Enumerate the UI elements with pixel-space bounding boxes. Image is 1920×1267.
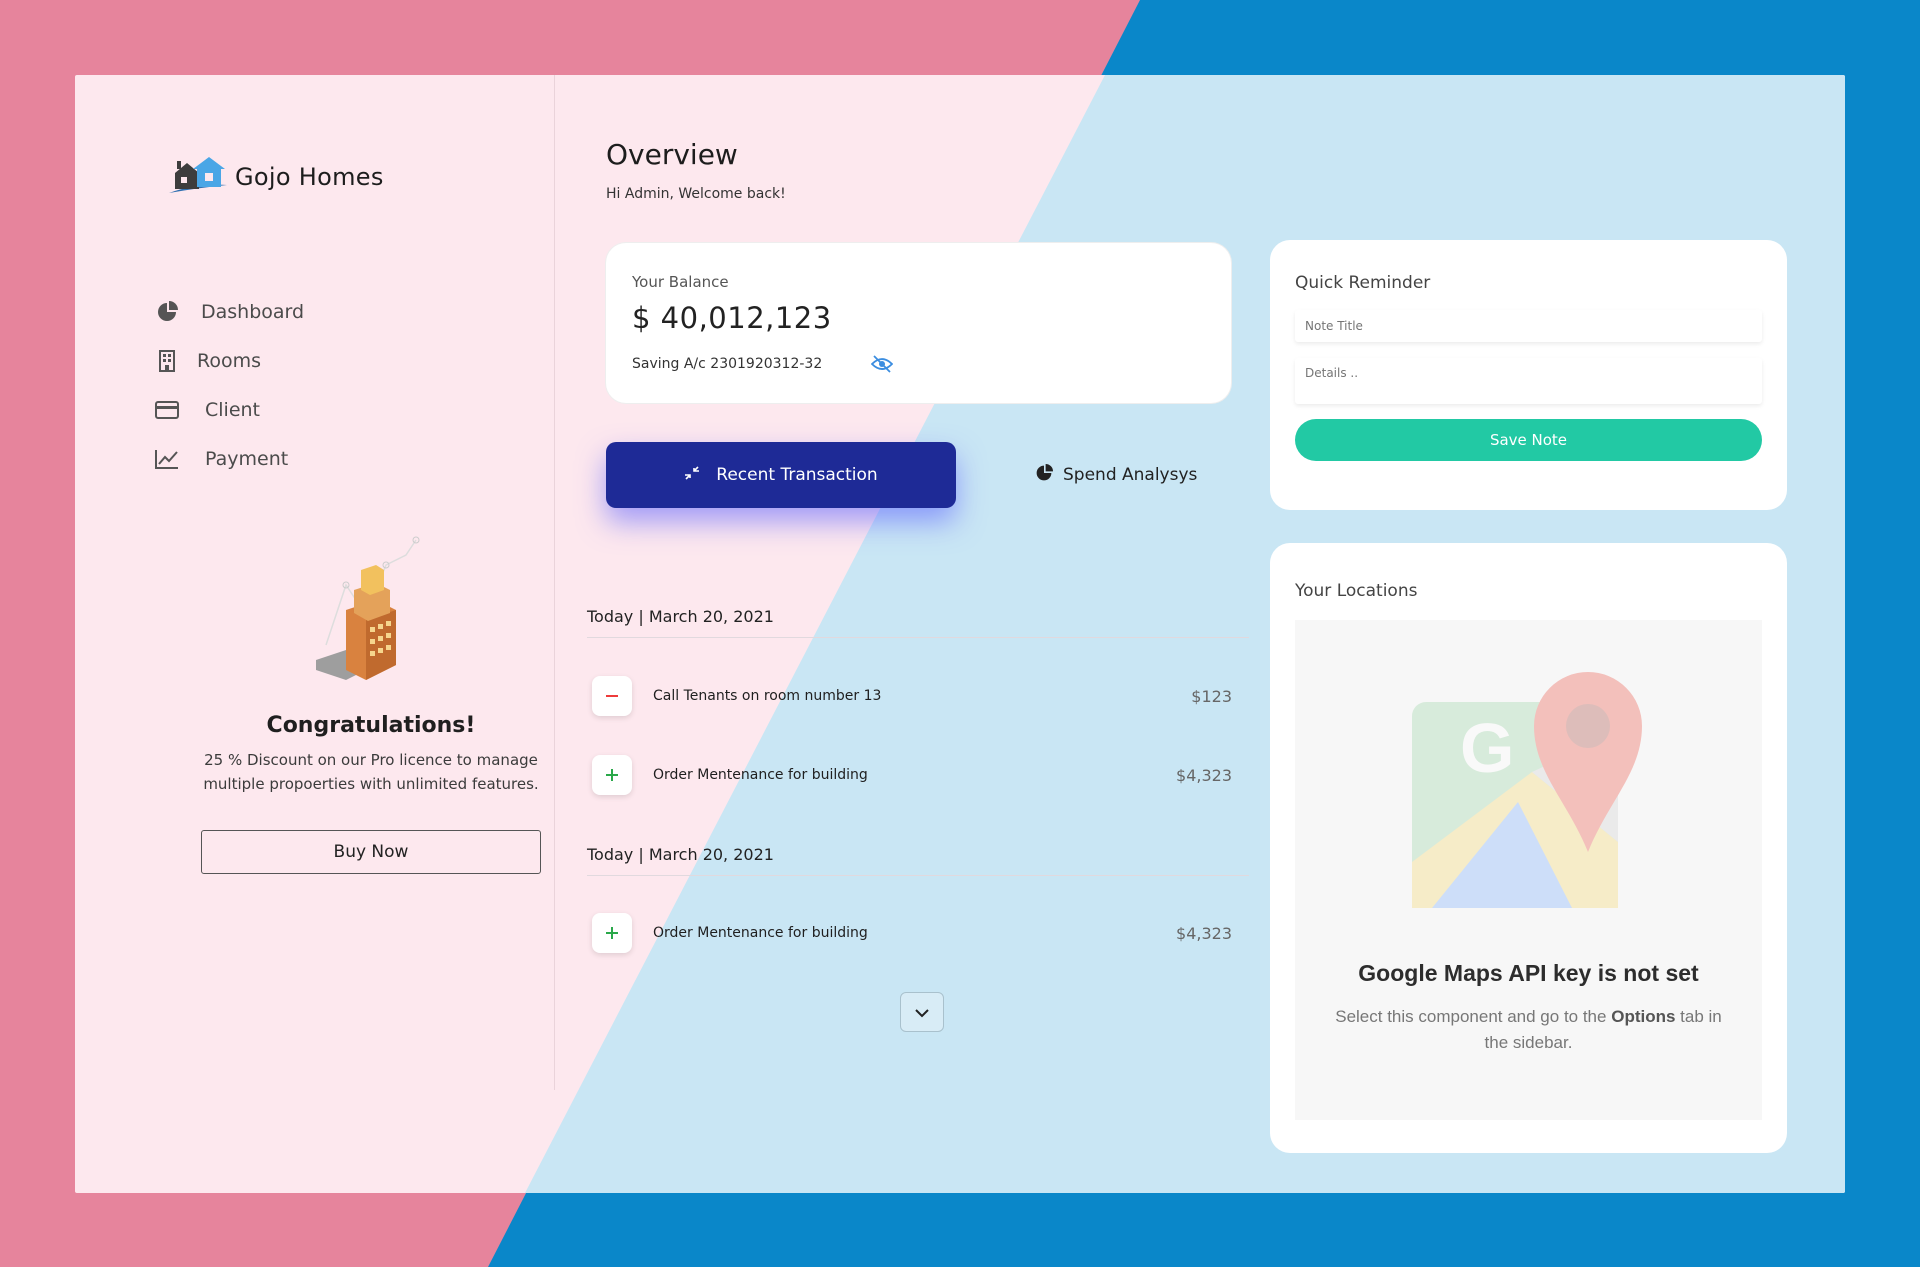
tab-recent-transaction[interactable]: Recent Transaction xyxy=(606,442,956,508)
tab-label: Spend Analysys xyxy=(1063,465,1198,485)
tab-label: Recent Transaction xyxy=(716,465,878,485)
promo-title: Congratulations! xyxy=(266,713,476,738)
google-maps-logo-icon: G xyxy=(1412,672,1648,916)
balance-card: Your Balance $ 40,012,123 Saving A/c 230… xyxy=(606,243,1231,403)
sidebar-item-label: Rooms xyxy=(197,349,262,372)
transaction-amount: $123 xyxy=(1191,686,1232,706)
map-placeholder[interactable]: G Google Maps API key is not set Select … xyxy=(1295,620,1762,1120)
sidebar-item-dashboard[interactable]: Dashboard xyxy=(155,287,304,336)
transaction-amount: $4,323 xyxy=(1176,765,1232,785)
transaction-label: Call Tenants on room number 13 xyxy=(653,688,882,704)
building-icon xyxy=(155,349,179,373)
chevron-down-icon xyxy=(915,1003,929,1022)
page-title: Overview xyxy=(606,138,738,171)
balance-value: $ 40,012,123 xyxy=(632,301,832,335)
pie-chart-icon xyxy=(1035,463,1053,487)
tab-spend-analysis[interactable]: Spend Analysys xyxy=(1035,442,1197,508)
transaction-date-heading: Today | March 20, 2021 xyxy=(587,845,774,864)
transaction-amount: $4,323 xyxy=(1176,923,1232,943)
promo-card: Congratulations! 25 % Discount on our Pr… xyxy=(175,535,567,874)
plus-icon[interactable] xyxy=(592,755,632,795)
skyscraper-illustration-icon xyxy=(175,535,567,699)
map-error-text-part: Select this component and go to the xyxy=(1335,1007,1607,1026)
quick-reminder-card: Quick Reminder Save Note xyxy=(1270,240,1787,510)
locations-card: Your Locations G Google Maps API key is … xyxy=(1270,543,1787,1153)
balance-label: Your Balance xyxy=(632,273,729,291)
save-note-button[interactable]: Save Note xyxy=(1295,419,1762,461)
credit-card-icon xyxy=(155,398,179,422)
sidebar-nav: Dashboard Rooms Client Payment xyxy=(155,287,304,483)
account-number: Saving A/c 2301920312-32 xyxy=(632,356,823,372)
pie-chart-icon xyxy=(155,300,179,324)
line-chart-icon xyxy=(155,447,179,471)
load-more-button[interactable] xyxy=(900,992,944,1032)
transaction-row: Call Tenants on room number 13 $123 xyxy=(592,676,1232,716)
svg-text:G: G xyxy=(1460,709,1514,787)
transaction-row: Order Mentenance for building $4,323 xyxy=(592,913,1232,953)
welcome-text: Hi Admin, Welcome back! xyxy=(606,186,786,202)
sidebar-item-label: Client xyxy=(205,398,261,421)
transfer-arrows-icon xyxy=(684,465,700,485)
transaction-label: Order Mentenance for building xyxy=(653,925,868,941)
minus-icon[interactable] xyxy=(592,676,632,716)
house-logo-icon xyxy=(167,155,229,199)
app-window: Gojo Homes Dashboard Rooms Client Paymen… xyxy=(75,75,1845,1193)
note-title-input[interactable] xyxy=(1295,310,1762,342)
date-divider xyxy=(587,875,1249,876)
brand-name: Gojo Homes xyxy=(235,163,384,191)
sidebar-item-label: Dashboard xyxy=(201,300,305,323)
sidebar-item-payment[interactable]: Payment xyxy=(155,434,304,483)
sidebar-item-rooms[interactable]: Rooms xyxy=(155,336,304,385)
transaction-date-heading: Today | March 20, 2021 xyxy=(587,607,774,626)
transaction-row: Order Mentenance for building $4,323 xyxy=(592,755,1232,795)
note-details-input[interactable] xyxy=(1295,358,1762,404)
map-error-text: Select this component and go to the Opti… xyxy=(1323,1004,1734,1056)
map-error-options-word: Options xyxy=(1611,1007,1676,1026)
plus-icon[interactable] xyxy=(592,913,632,953)
promo-text: 25 % Discount on our Pro licence to mana… xyxy=(203,751,539,793)
sidebar-item-client[interactable]: Client xyxy=(155,385,304,434)
map-error-title: Google Maps API key is not set xyxy=(1358,960,1699,986)
brand-logo[interactable]: Gojo Homes xyxy=(167,155,384,199)
sidebar-item-label: Payment xyxy=(205,447,289,470)
transaction-label: Order Mentenance for building xyxy=(653,767,868,783)
hide-eye-icon[interactable] xyxy=(870,355,894,377)
date-divider xyxy=(587,637,1249,638)
locations-title: Your Locations xyxy=(1295,581,1418,601)
reminder-title: Quick Reminder xyxy=(1295,273,1431,293)
buy-now-button[interactable]: Buy Now xyxy=(201,830,541,874)
